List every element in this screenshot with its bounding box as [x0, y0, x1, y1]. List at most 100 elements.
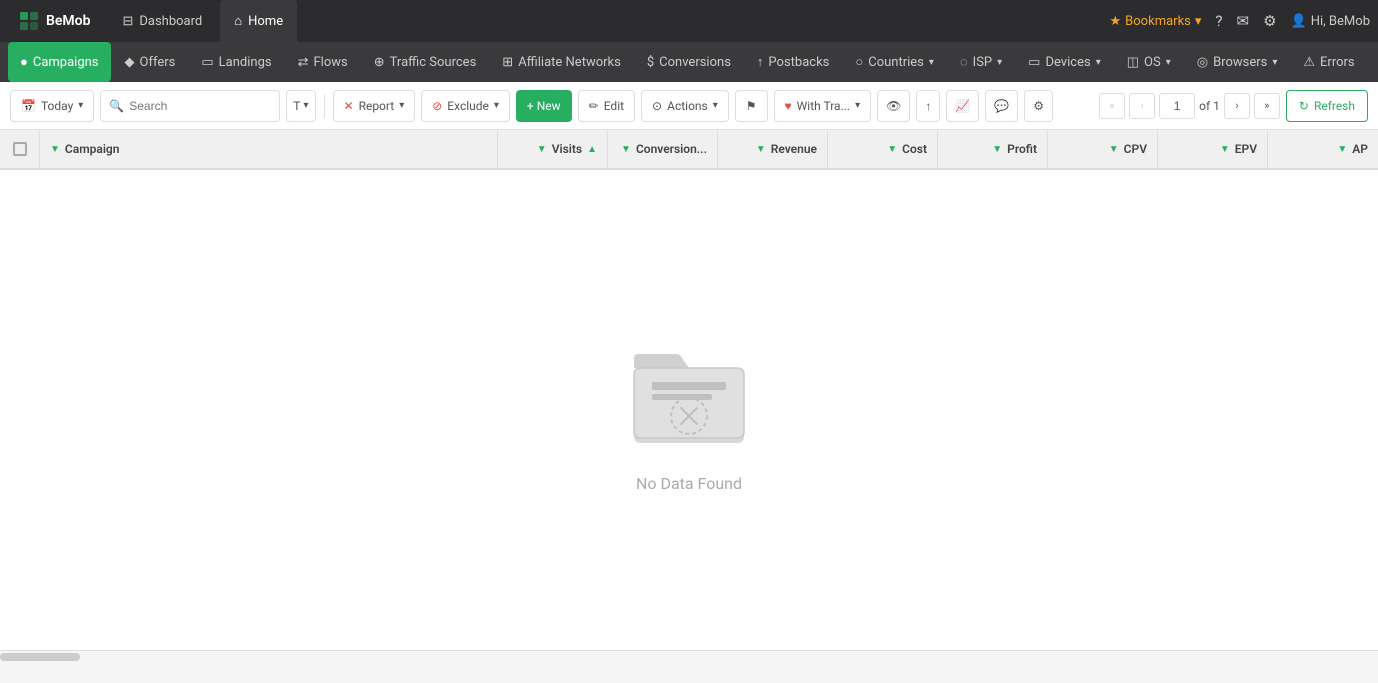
top-nav: BeMob ⊟ Dashboard ⌂ Home ★ Bookmarks ▾ ?… — [0, 0, 1378, 42]
date-picker-btn[interactable]: 📅 Today ▾ — [10, 90, 94, 122]
view-toggle-btn[interactable]: 👁 — [877, 90, 910, 122]
filter-icon-visits: ▼ — [537, 144, 547, 155]
th-cpv[interactable]: ▼ CPV — [1048, 129, 1158, 169]
help-icon[interactable]: ? — [1215, 12, 1222, 30]
filter-icon-cpv: ▼ — [1109, 144, 1119, 155]
horizontal-scrollbar[interactable] — [0, 650, 1378, 662]
select-all-checkbox[interactable] — [0, 129, 40, 169]
th-conversions[interactable]: ▼ Conversion... — [608, 129, 718, 169]
new-btn[interactable]: + New — [516, 90, 572, 122]
sidebar-item-browsers[interactable]: ◎ Browsers ▾ — [1185, 42, 1290, 82]
page-of-text: of 1 — [1199, 99, 1220, 113]
flag-btn[interactable]: ⚑ — [735, 90, 768, 122]
eye-icon: 👁 — [886, 99, 901, 113]
scroll-thumb[interactable] — [0, 653, 80, 661]
countries-icon: ○ — [855, 54, 863, 70]
chevron-down-icon-tracking: ▾ — [855, 100, 860, 111]
th-cost[interactable]: ▼ Cost — [828, 129, 938, 169]
search-input[interactable] — [129, 99, 249, 113]
filter-icon-cost: ▼ — [887, 144, 897, 155]
offers-icon: ◆ — [125, 55, 135, 70]
main-content: No Data Found — [0, 170, 1378, 650]
messages-icon[interactable]: ✉ — [1237, 12, 1250, 30]
sidebar-item-os[interactable]: ◫ OS ▾ — [1115, 42, 1183, 82]
th-visits[interactable]: ▼ Visits ▲ — [498, 129, 608, 169]
th-revenue[interactable]: ▼ Revenue — [718, 129, 828, 169]
browsers-icon: ◎ — [1197, 55, 1208, 70]
heart-icon: ♥ — [785, 99, 792, 113]
chevron-down-icon-actions: ▾ — [713, 100, 718, 111]
comment-icon: 💬 — [994, 99, 1009, 113]
page-number-input[interactable] — [1159, 93, 1195, 119]
filter-icon-ap: ▼ — [1337, 144, 1347, 155]
sidebar-item-landings[interactable]: ▭ Landings — [189, 42, 283, 82]
sidebar-item-affiliate-networks[interactable]: ⊞ Affiliate Networks — [490, 42, 633, 82]
sidebar-item-flows[interactable]: ⇄ Flows — [286, 42, 360, 82]
sidebar-item-offers[interactable]: ◆ Offers — [113, 42, 188, 82]
th-epv[interactable]: ▼ EPV — [1158, 129, 1268, 169]
sidebar-item-errors[interactable]: ⚠ Errors — [1291, 42, 1366, 82]
page-last-btn[interactable]: » — [1254, 93, 1280, 119]
edit-btn[interactable]: ✏ Edit — [578, 90, 635, 122]
actions-btn[interactable]: ⊙ Actions ▾ — [641, 90, 729, 122]
refresh-btn[interactable]: ↻ Refresh — [1286, 90, 1368, 122]
th-campaign[interactable]: ▼ Campaign — [40, 129, 498, 169]
chevron-down-icon-browsers: ▾ — [1272, 57, 1277, 68]
dashboard-icon: ⊟ — [122, 14, 133, 29]
bookmarks-btn[interactable]: ★ Bookmarks ▾ — [1110, 14, 1202, 29]
user-menu[interactable]: 👤 Hi, BeMob — [1291, 14, 1370, 29]
sidebar-item-countries[interactable]: ○ Countries ▾ — [843, 42, 946, 82]
sidebar-item-postbacks[interactable]: ↑ Postbacks — [745, 42, 841, 82]
filter-icon-campaign: ▼ — [50, 144, 60, 155]
empty-folder-icon — [624, 328, 754, 458]
th-profit[interactable]: ▼ Profit — [938, 129, 1048, 169]
chevron-down-icon-devices: ▾ — [1096, 57, 1101, 68]
chart-btn[interactable]: 📈 — [946, 90, 979, 122]
search-icon: 🔍 — [109, 99, 124, 113]
share-icon: ↑ — [925, 99, 931, 113]
page-next-btn[interactable]: › — [1224, 93, 1250, 119]
affiliate-networks-icon: ⊞ — [502, 55, 513, 70]
settings-columns-btn[interactable]: ⚙ — [1024, 90, 1053, 122]
chevron-down-icon: ▾ — [78, 100, 83, 111]
flag-icon: ⚑ — [746, 99, 757, 113]
logo[interactable]: BeMob — [8, 10, 100, 32]
postbacks-icon: ↑ — [757, 54, 764, 70]
chevron-down-icon: ▾ — [929, 57, 934, 68]
sidebar-item-isp[interactable]: ◌ ISP ▾ — [948, 42, 1014, 82]
page-prev-btn[interactable]: ‹ — [1129, 93, 1155, 119]
sidebar-item-traffic-sources[interactable]: ⊕ Traffic Sources — [362, 42, 489, 82]
checkbox-icon[interactable] — [13, 142, 27, 156]
with-tracking-btn[interactable]: ♥ With Tra... ▾ — [774, 90, 872, 122]
isp-icon: ◌ — [960, 54, 968, 70]
settings-icon[interactable]: ⚙ — [1263, 12, 1276, 30]
chevron-down-icon-type: ▾ — [303, 100, 308, 111]
chevron-down-icon-exclude: ▾ — [494, 100, 499, 111]
report-btn[interactable]: ✕ Report ▾ — [333, 90, 416, 122]
devices-icon: ▭ — [1028, 55, 1040, 70]
search-box: 🔍 — [100, 90, 280, 122]
refresh-icon: ↻ — [1299, 99, 1309, 113]
errors-icon: ⚠ — [1303, 55, 1315, 70]
search-type-btn[interactable]: T ▾ — [286, 90, 315, 122]
th-ap[interactable]: ▼ AP — [1268, 129, 1378, 169]
comment-btn[interactable]: 💬 — [985, 90, 1018, 122]
table-header: ▼ Campaign ▼ Visits ▲ ▼ Conversion... ▼ … — [0, 130, 1378, 170]
empty-text: No Data Found — [636, 474, 742, 493]
sidebar-item-devices[interactable]: ▭ Devices ▾ — [1016, 42, 1113, 82]
tab-home[interactable]: ⌂ Home — [220, 0, 297, 42]
chart-icon: 📈 — [955, 99, 970, 113]
sidebar-item-campaigns[interactable]: ● Campaigns — [8, 42, 111, 82]
filter-icon-conversions: ▼ — [621, 144, 631, 155]
chevron-down-icon-isp: ▾ — [997, 57, 1002, 68]
export-btn[interactable]: ↑ — [916, 90, 940, 122]
tab-dashboard[interactable]: ⊟ Dashboard — [108, 0, 216, 42]
brand-name: BeMob — [46, 13, 90, 29]
chevron-down-icon: ▾ — [1195, 14, 1202, 29]
page-first-btn[interactable]: « — [1099, 93, 1125, 119]
chevron-down-icon-os: ▾ — [1166, 57, 1171, 68]
exclude-btn[interactable]: ⊘ Exclude ▾ — [421, 90, 510, 122]
empty-state: No Data Found — [624, 328, 754, 493]
sidebar-item-conversions[interactable]: $ Conversions — [635, 42, 743, 82]
home-icon: ⌂ — [234, 13, 242, 29]
